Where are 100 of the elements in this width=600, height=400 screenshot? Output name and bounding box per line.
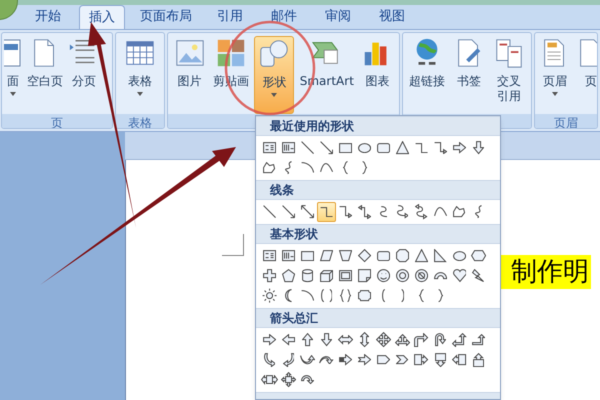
right-arrow-callout-icon (414, 354, 429, 366)
elbow-connector-icon (414, 142, 428, 154)
octagon-icon (396, 249, 410, 263)
down-arrow-icon (472, 141, 484, 155)
ribbon-button[interactable]: 超链接 (407, 36, 447, 114)
ribbon-tab[interactable]: 插入 (79, 5, 125, 29)
trapezoid-icon (338, 250, 352, 262)
ribbon-button[interactable]: 交叉引用 (491, 36, 527, 114)
left-arrow-callout-icon (452, 354, 467, 366)
line-icon (262, 205, 276, 219)
ribbon-tab[interactable]: 视图 (369, 5, 415, 29)
curve-icon (320, 163, 334, 173)
ribbon-button[interactable]: 表格 (122, 36, 158, 114)
triangle-icon (414, 249, 428, 263)
curved-connector-icon (380, 206, 388, 218)
ribbon-button[interactable]: 页眉 (537, 36, 573, 114)
oval-icon (452, 250, 466, 262)
donut-icon (396, 269, 410, 283)
highlighted-text: 制作明 (511, 257, 589, 287)
group-label: 页 (51, 114, 63, 128)
ribbon-tab[interactable]: 开始 (25, 5, 71, 29)
freeform-icon (453, 206, 466, 218)
smiley-icon (376, 269, 390, 283)
brace-pair-icon (340, 289, 352, 303)
heart-icon (452, 269, 466, 283)
scribble-icon (284, 161, 292, 175)
ribbon-button[interactable]: 图表 (359, 36, 396, 114)
ribbon-tab[interactable]: 审阅 (315, 5, 361, 29)
chevron-icon (396, 355, 409, 365)
left-brace-icon (418, 289, 424, 303)
shape-button[interactable] (412, 330, 431, 350)
ribbon-button[interactable]: 形状 (254, 36, 294, 114)
bent-arrow-icon (414, 332, 429, 348)
right-arrow-icon (452, 142, 466, 154)
ribbon-tab[interactable]: 引用 (207, 5, 253, 29)
double-arrow-icon (300, 205, 314, 219)
ribbon-button[interactable]: 空白页 (26, 36, 64, 114)
left-right-arrow-callout-icon (261, 375, 278, 385)
elbow-arrow-icon (434, 142, 448, 154)
scribble-icon (474, 205, 482, 219)
ribbon-button[interactable]: 页 (573, 36, 597, 114)
circular-arrow-icon (300, 375, 314, 385)
section-header: 基本形状 (270, 226, 318, 243)
arrow-icon (320, 141, 334, 155)
left-bracket-icon (382, 289, 386, 303)
left-arrow-icon (282, 334, 296, 346)
rectangle-icon (300, 250, 314, 262)
up-arrow-icon (302, 333, 314, 347)
cross-icon (262, 269, 276, 283)
margin-corner-mark (222, 234, 244, 256)
ribbon-button[interactable]: 分页 (67, 36, 101, 114)
rectangle-icon (338, 142, 352, 154)
elbow-arrow-icon (338, 206, 352, 218)
ribbon-button[interactable]: 图片 (172, 36, 208, 114)
line-icon (300, 141, 314, 155)
diamond-icon (358, 249, 372, 263)
right-arrow-icon (262, 334, 276, 346)
bracket-pair-icon (320, 289, 332, 303)
curved-left-arrow-icon (282, 352, 294, 368)
freeform-icon (263, 162, 276, 174)
lightning-icon (472, 269, 485, 283)
shape-button[interactable] (317, 202, 336, 222)
arrow-icon (282, 205, 296, 219)
down-arrow-callout-icon (434, 352, 446, 368)
three-way-arrow-icon (394, 334, 410, 346)
u-turn-arrow-icon (434, 333, 446, 347)
ribbon-tab[interactable]: 邮件 (261, 5, 307, 29)
ribbon-button[interactable]: 面 (3, 36, 23, 114)
shape-button[interactable] (279, 370, 298, 390)
triangle-icon (396, 141, 410, 155)
down-arrow-icon (320, 333, 332, 347)
right-brace-icon (362, 161, 368, 175)
text-box-icon (262, 142, 276, 154)
section-header: 箭头总汇 (270, 310, 318, 327)
shape-button[interactable] (355, 202, 374, 222)
ribbon-tab[interactable]: 页面布局 (133, 5, 199, 29)
shape-button[interactable] (450, 330, 469, 350)
bent-up-arrow-icon (472, 334, 486, 346)
text-box-icon (262, 250, 276, 262)
group-label: 页眉 (554, 114, 578, 128)
pentagon-icon (282, 269, 296, 283)
block-arc-icon (434, 272, 448, 280)
left-right-arrow-icon (338, 335, 354, 345)
up-arrow-callout-icon (472, 352, 484, 368)
oval-icon (358, 142, 372, 154)
ribbon-button[interactable]: 书签 (451, 36, 487, 114)
shape-button[interactable] (374, 330, 393, 350)
elbow-double-arrow-icon (358, 204, 372, 220)
curved-up-arrow-icon (300, 355, 316, 365)
moon-icon (284, 289, 292, 303)
curved-right-arrow-icon (264, 352, 276, 368)
vertical-text-box-icon (282, 142, 296, 154)
arc-icon (300, 162, 314, 174)
right-triangle-icon (434, 249, 447, 263)
right-brace-icon (438, 289, 444, 303)
plaque-icon (358, 290, 372, 302)
curved-down-arrow-icon (319, 356, 334, 364)
right-bracket-icon (400, 289, 404, 303)
left-brace-icon (342, 161, 348, 175)
curve-icon (434, 207, 448, 217)
